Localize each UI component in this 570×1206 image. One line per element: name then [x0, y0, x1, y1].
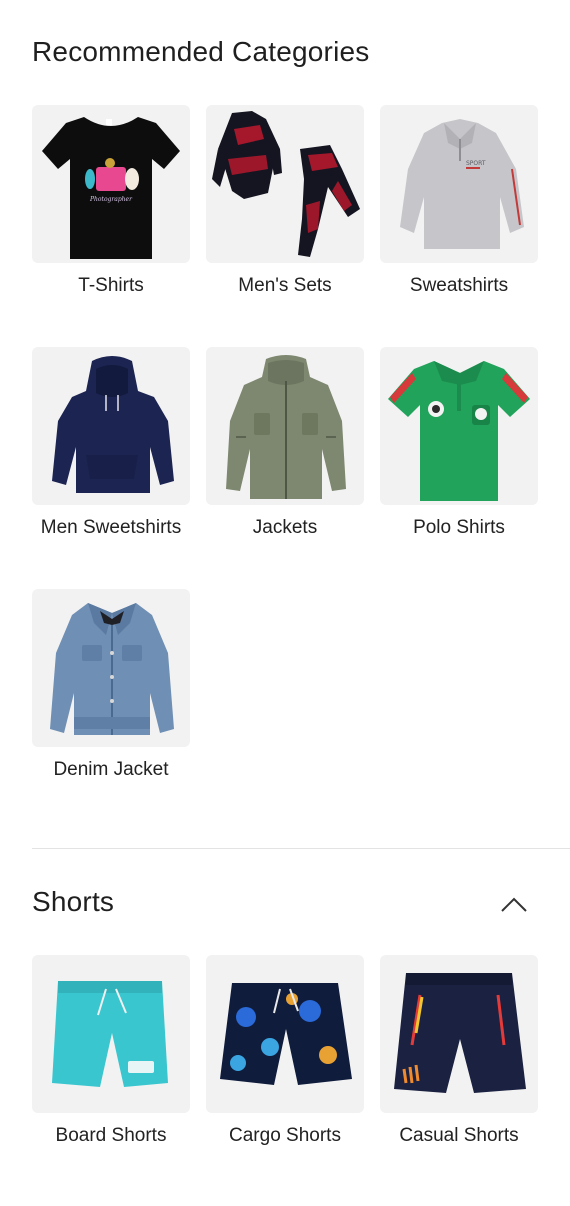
tile-label: Denim Jacket: [53, 759, 169, 780]
tile-label: Casual Shorts: [399, 1125, 519, 1146]
jacket-image: [206, 347, 364, 505]
category-tile-jackets[interactable]: Jackets: [206, 347, 364, 589]
tile-label: Polo Shirts: [413, 517, 505, 538]
section-divider: [32, 848, 570, 849]
tile-label: Board Shorts: [55, 1125, 167, 1146]
collapse-section-button[interactable]: [494, 888, 534, 920]
recommended-categories-title: Recommended Categories: [32, 36, 370, 67]
category-tile-board-shorts[interactable]: Board Shorts: [32, 955, 190, 1155]
mens-set-image: [206, 105, 364, 263]
category-tile-cargo-shorts[interactable]: Cargo Shorts: [206, 955, 364, 1155]
denim-jacket-image: [32, 589, 190, 747]
shorts-section-title: Shorts: [32, 886, 115, 917]
category-tile-mens-sets[interactable]: Men's Sets: [206, 105, 364, 347]
svg-text:Photographer: Photographer: [89, 196, 133, 203]
recommended-categories-grid: Photographer T-Shirts Men's Sets SPORT S…: [32, 105, 538, 831]
tile-label: Sweatshirts: [409, 275, 509, 296]
category-tile-men-sweetshirts[interactable]: Men Sweetshirts: [32, 347, 190, 589]
chevron-up-icon: [501, 897, 527, 912]
tshirt-image: Photographer: [32, 105, 190, 263]
polo-shirt-image: [380, 347, 538, 505]
shorts-categories-grid: Board Shorts Cargo Shorts Casual Shorts: [32, 955, 538, 1155]
tile-label: Jackets: [252, 517, 318, 538]
category-tile-polo-shirts[interactable]: Polo Shirts: [380, 347, 538, 589]
svg-text:SPORT: SPORT: [466, 160, 486, 167]
tile-label: Cargo Shorts: [229, 1125, 341, 1146]
category-tile-sweatshirts[interactable]: SPORT Sweatshirts: [380, 105, 538, 347]
category-tile-t-shirts[interactable]: Photographer T-Shirts: [32, 105, 190, 347]
cargo-shorts-image: [206, 955, 364, 1113]
category-tile-casual-shorts[interactable]: Casual Shorts: [380, 955, 538, 1155]
sweatshirt-image: SPORT: [380, 105, 538, 263]
hoodie-image: [32, 347, 190, 505]
category-tile-denim-jacket[interactable]: Denim Jacket: [32, 589, 190, 831]
tile-label: T-Shirts: [78, 275, 144, 296]
tile-label: Men's Sets: [238, 275, 332, 296]
board-shorts-image: [32, 955, 190, 1113]
casual-shorts-image: [380, 955, 538, 1113]
tile-label: Men Sweetshirts: [40, 517, 182, 538]
